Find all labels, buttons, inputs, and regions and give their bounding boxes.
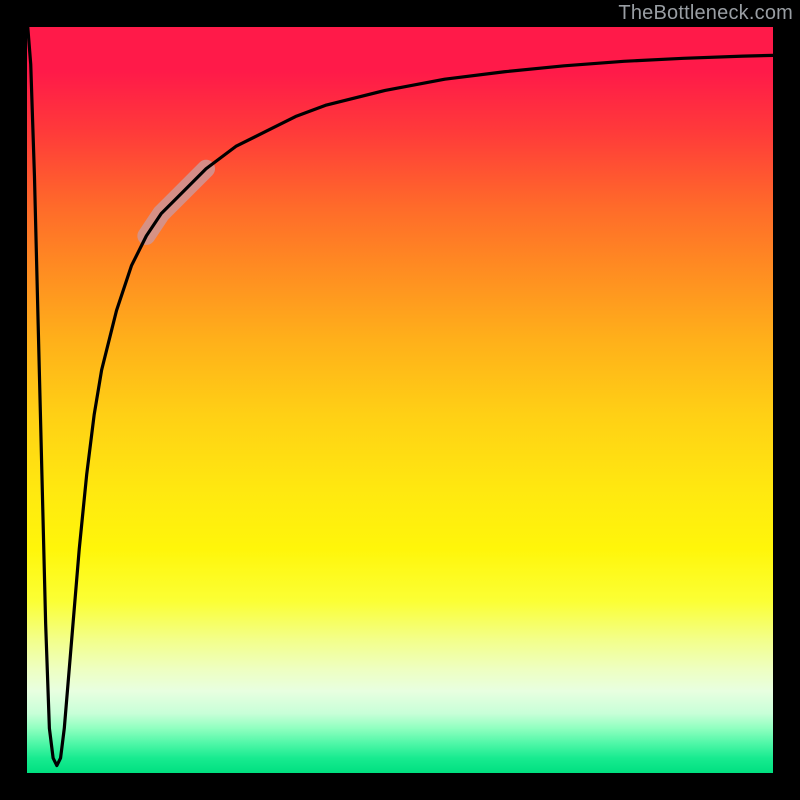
bottleneck-curve	[28, 27, 773, 766]
watermark-text: TheBottleneck.com	[618, 2, 793, 25]
curve-layer	[27, 27, 773, 773]
chart-stage: TheBottleneck.com	[0, 0, 800, 800]
